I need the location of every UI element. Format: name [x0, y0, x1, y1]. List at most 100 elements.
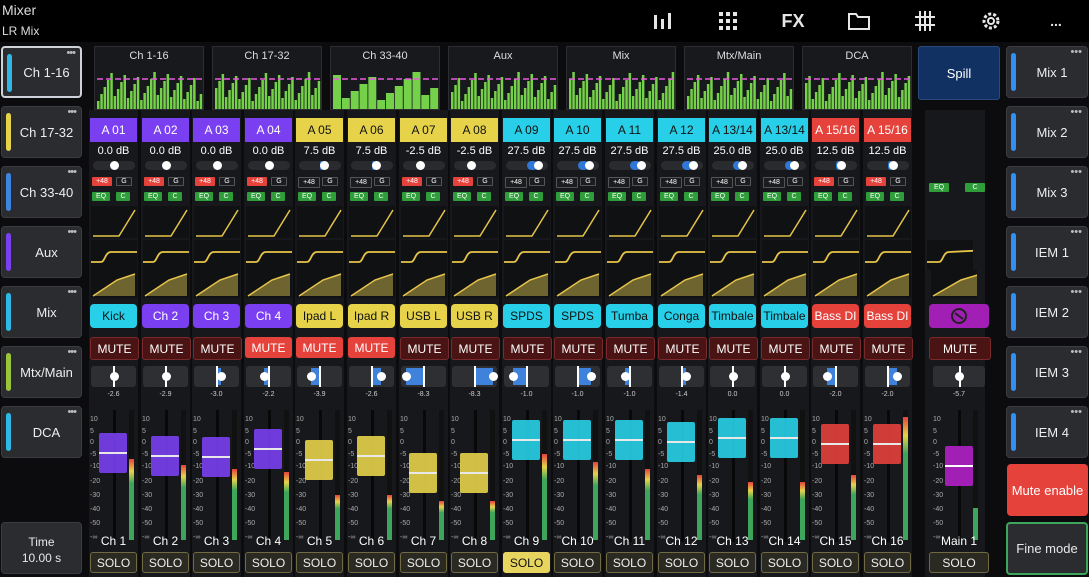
mute-button[interactable]: MUTE — [658, 337, 707, 360]
gate-tag[interactable]: G — [838, 177, 854, 186]
gate-tag[interactable]: G — [426, 177, 442, 186]
eq-graph[interactable] — [659, 240, 705, 270]
comp-tag[interactable]: C — [890, 192, 904, 201]
channel-name[interactable]: Conga — [658, 304, 705, 328]
bus-iem-4[interactable]: IEM 4 ••• — [1006, 406, 1088, 458]
gain-knob[interactable] — [265, 161, 274, 170]
gate-tag[interactable]: G — [374, 177, 390, 186]
solo-button[interactable]: SOLO — [245, 552, 292, 573]
gain-slider[interactable] — [712, 161, 754, 170]
pan-knob[interactable] — [822, 372, 832, 381]
comp-tag[interactable]: C — [322, 192, 336, 201]
source-label[interactable]: A 09 — [503, 118, 550, 142]
solo-button[interactable]: SOLO — [554, 552, 601, 573]
folder-icon[interactable] — [845, 9, 873, 33]
settings-icon[interactable] — [977, 9, 1005, 33]
mute-button[interactable]: MUTE — [451, 337, 500, 360]
comp-graph[interactable] — [813, 270, 859, 298]
phantom-tag[interactable]: +48 — [763, 177, 785, 188]
channel-name[interactable]: Ch 3 — [193, 304, 240, 328]
gate-tag[interactable]: G — [735, 177, 751, 186]
gain-knob[interactable] — [110, 161, 119, 170]
more-icon[interactable]: ••• — [67, 227, 77, 238]
pan-knob[interactable] — [780, 372, 790, 381]
gate-tag[interactable]: G — [116, 177, 132, 186]
more-icon[interactable]: ••• — [1070, 107, 1082, 118]
phantom-tag[interactable]: +48 — [711, 177, 733, 188]
phantom-tag[interactable]: +48 — [298, 177, 320, 188]
comp-graph[interactable] — [452, 270, 498, 298]
gain-slider[interactable] — [609, 161, 651, 170]
source-label[interactable]: A 08 — [451, 118, 498, 142]
source-label[interactable]: A 07 — [400, 118, 447, 142]
gate-tag[interactable]: G — [890, 177, 906, 186]
eq-tag[interactable]: EQ — [556, 192, 574, 201]
channel-name[interactable]: Ch 2 — [142, 304, 189, 328]
gain-knob[interactable] — [738, 161, 748, 170]
pan-knob[interactable] — [682, 372, 691, 381]
more-icon[interactable]: ••• — [1070, 347, 1082, 358]
solo-button[interactable]: SOLO — [451, 552, 498, 573]
pan-slider[interactable] — [401, 366, 446, 387]
gain-slider[interactable] — [815, 161, 857, 170]
solo-button[interactable]: SOLO — [929, 552, 989, 573]
phantom-tag[interactable]: +48 — [608, 177, 630, 188]
source-label[interactable]: A 03 — [193, 118, 240, 142]
pan-slider[interactable] — [297, 366, 342, 387]
phantom-tag[interactable]: +48 — [402, 177, 422, 186]
gain-slider[interactable] — [351, 161, 393, 170]
overview-mtx-main[interactable]: Mtx/Main — [684, 46, 794, 110]
solo-button[interactable]: SOLO — [761, 552, 808, 573]
mute-button[interactable]: MUTE — [554, 337, 603, 360]
gain-knob[interactable] — [320, 161, 330, 170]
gate-tag[interactable]: G — [477, 177, 493, 186]
phantom-tag[interactable]: +48 — [866, 177, 886, 186]
solo-button[interactable]: SOLO — [142, 552, 189, 573]
fader-handle[interactable] — [512, 419, 540, 460]
gate-tag[interactable]: G — [632, 177, 648, 186]
pan-slider[interactable] — [762, 366, 807, 387]
fader-handle[interactable] — [718, 418, 746, 459]
comp-tag[interactable]: C — [219, 192, 233, 201]
pan-slider[interactable] — [194, 366, 239, 387]
source-label[interactable]: A 10 — [554, 118, 601, 142]
comp-graph[interactable] — [931, 270, 977, 298]
pan-knob[interactable] — [509, 372, 518, 381]
channel-name[interactable]: Kick — [90, 304, 137, 328]
more-icon[interactable]: ••• — [1070, 407, 1082, 418]
mute-button[interactable]: MUTE — [142, 337, 191, 360]
source-label[interactable]: A 13/14 — [761, 118, 808, 142]
eq-graph[interactable] — [194, 240, 240, 270]
phantom-tag[interactable]: +48 — [144, 177, 164, 186]
fader-handle[interactable] — [563, 419, 591, 460]
source-label[interactable]: A 04 — [245, 118, 292, 142]
more-icon[interactable]: ••• — [67, 287, 77, 298]
eq-graph[interactable] — [297, 240, 343, 270]
gate-graph[interactable] — [710, 206, 756, 238]
nav-ch-33-40[interactable]: Ch 33-40 ••• — [1, 166, 82, 218]
gain-slider[interactable] — [764, 161, 806, 170]
gate-graph[interactable] — [246, 206, 292, 238]
more-icon[interactable]: ••• — [67, 107, 77, 118]
pan-slider[interactable] — [710, 366, 755, 387]
mute-button[interactable]: MUTE — [90, 337, 139, 360]
eq-tag[interactable]: EQ — [505, 192, 523, 201]
pan-knob[interactable] — [488, 372, 498, 381]
more-icon[interactable]: ••• — [1070, 227, 1082, 238]
pan-knob[interactable] — [260, 372, 269, 381]
source-label[interactable]: A 12 — [658, 118, 705, 142]
fader-handle[interactable] — [873, 423, 901, 464]
eq-tag[interactable]: EQ — [608, 192, 626, 201]
channel-name[interactable]: Ch 4 — [245, 304, 292, 328]
source-label[interactable]: A 15/16 — [864, 118, 911, 142]
bus-mix-3[interactable]: Mix 3 ••• — [1006, 166, 1088, 218]
comp-tag[interactable]: C — [632, 192, 646, 201]
pan-knob[interactable] — [161, 372, 171, 381]
solo-button[interactable]: SOLO — [193, 552, 240, 573]
gain-knob[interactable] — [636, 161, 646, 170]
phantom-tag[interactable]: +48 — [556, 177, 578, 188]
gain-knob[interactable] — [162, 161, 171, 170]
comp-graph[interactable] — [194, 270, 240, 298]
channel-name[interactable]: USB L — [400, 304, 447, 328]
eq-tag[interactable]: EQ — [866, 192, 884, 201]
